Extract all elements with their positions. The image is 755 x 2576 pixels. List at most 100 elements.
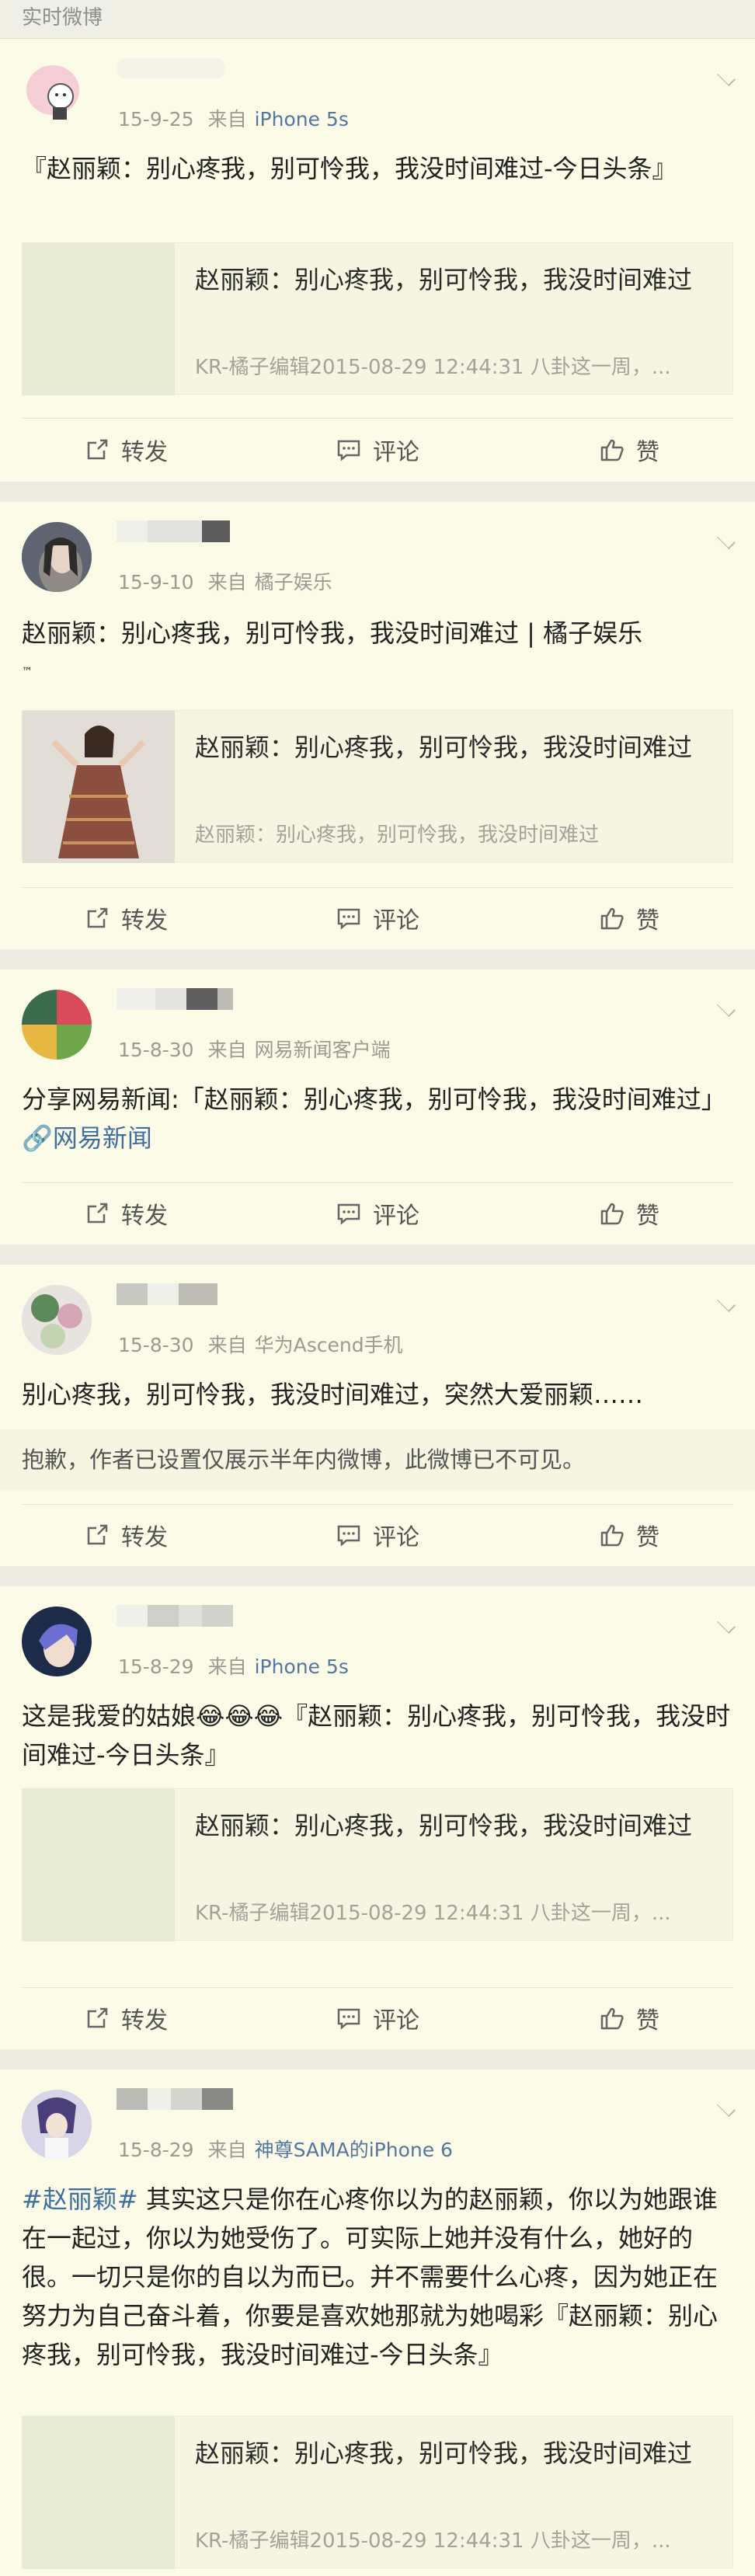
repost-label: 转发 (121, 907, 168, 935)
comment-button[interactable]: 评论 (252, 1504, 503, 1566)
post-time: 15-8-30 (118, 1334, 194, 1356)
avatar[interactable] (22, 1607, 92, 1676)
username-blurred[interactable] (117, 2088, 233, 2110)
post-card[interactable]: 15-8-30 来自 华为Ascend手机 别心疼我，别可怜我，我没时间难过，突然大… (0, 1265, 755, 1566)
post-time: 15-8-29 (118, 2139, 194, 2161)
comment-icon (337, 908, 360, 930)
like-button[interactable]: 赞 (503, 1987, 755, 2049)
repost-button[interactable]: 转发 (0, 1987, 252, 2049)
post-card[interactable]: 15-8-29 来自 iPhone 5s 这是我爱的姑娘😂😂😂『赵丽颖：别心疼我，别… (0, 1586, 755, 2049)
comment-label: 评论 (373, 1203, 419, 1230)
avatar[interactable] (22, 2090, 92, 2160)
thumbs-up-icon (600, 907, 624, 930)
like-button[interactable]: 赞 (503, 418, 755, 482)
post-source[interactable]: 网易新闻客户端 (255, 1039, 391, 1061)
section-header: 实时微博 (0, 0, 755, 39)
like-button[interactable]: 赞 (503, 1504, 755, 1566)
chevron-down-icon[interactable] (716, 2097, 736, 2118)
share-icon (87, 2007, 108, 2028)
post-body: 别心疼我，别可怜我，我没时间难过，突然大爱丽颖…… (22, 1380, 644, 1409)
link-card[interactable]: 赵丽颖：别心疼我，别可怜我，我没时间难过 赵丽颖：别心疼我，别可怜我，我没时间难… (22, 710, 733, 863)
like-button[interactable]: 赞 (503, 1182, 755, 1244)
from-label: 来自 (207, 1334, 247, 1356)
post-card[interactable]: 15-8-30 来自 网易新闻客户端 分享网易新闻:「赵丽颖：别心疼我，别可怜我，我… (0, 969, 755, 1244)
username-blurred[interactable] (117, 1605, 233, 1627)
chevron-down-icon[interactable] (716, 67, 736, 87)
post-text: #赵丽颖# 其实这只是你在心疼你以为的赵丽颖，你以为她跟谁在一起过，你以为她受伤… (22, 2180, 733, 2374)
thumbs-up-icon (600, 2007, 624, 2030)
repost-label: 转发 (121, 1524, 168, 1551)
username-blurred[interactable] (117, 57, 233, 79)
like-button[interactable]: 赞 (503, 887, 755, 949)
like-label: 赞 (636, 907, 659, 935)
link-card[interactable]: 赵丽颖：别心疼我，别可怜我，我没时间难过 KR-橘子编辑2015-08-29 1… (22, 1788, 733, 1941)
username-blurred[interactable] (117, 520, 233, 542)
action-bar: 转发 评论 赞 (0, 887, 755, 949)
news-link[interactable]: 🔗网易新闻 (22, 1123, 152, 1153)
post-meta: 15-9-10 来自 橘子娱乐 (118, 567, 332, 595)
comment-label: 评论 (373, 1524, 419, 1551)
post-source[interactable]: iPhone 5s (255, 1655, 349, 1678)
link-card-subtitle: KR-橘子编辑2015-08-29 12:44:31 八卦这一周，... (195, 356, 671, 379)
post-body: 『赵丽颖：别心疼我，别可怜我，我没时间难过-今日头条』 (22, 154, 677, 183)
like-label: 赞 (636, 2007, 659, 2035)
notice-text: 抱歉，作者已设置仅展示半年内微博，此微博已不可见。 (22, 1446, 586, 1473)
post-text: 别心疼我，别可怜我，我没时间难过，突然大爱丽颖…… (22, 1375, 733, 1414)
post-time: 15-8-29 (118, 1655, 194, 1678)
thumbs-up-icon (600, 1524, 624, 1547)
post-source[interactable]: 神尊SAMA的iPhone 6 (255, 2139, 453, 2161)
repost-label: 转发 (121, 2007, 168, 2035)
like-label: 赞 (636, 1524, 659, 1551)
post-time: 15-9-10 (118, 571, 194, 594)
comment-button[interactable]: 评论 (252, 1182, 503, 1244)
post-text: 这是我爱的姑娘😂😂😂『赵丽颖：别心疼我，别可怜我，我没时间难过-今日头条』 (22, 1697, 733, 1774)
repost-button[interactable]: 转发 (0, 1504, 252, 1566)
post-card[interactable]: 15-9-10 来自 橘子娱乐 赵丽颖：别心疼我，别可怜我，我没时间难过 | 橘子娱… (0, 502, 755, 949)
comment-icon (337, 1203, 360, 1225)
username-blurred[interactable] (117, 1283, 233, 1305)
chevron-down-icon[interactable] (716, 1293, 736, 1313)
share-icon (87, 1524, 108, 1545)
post-source[interactable]: iPhone 5s (255, 108, 349, 131)
post-source[interactable]: 华为Ascend手机 (255, 1334, 403, 1356)
comment-button[interactable]: 评论 (252, 887, 503, 949)
comment-button[interactable]: 评论 (252, 1987, 503, 2049)
comment-icon (337, 1525, 360, 1547)
post-meta: 15-8-29 来自 神尊SAMA的iPhone 6 (118, 2135, 453, 2163)
from-label: 来自 (207, 1039, 247, 1061)
from-label: 来自 (207, 571, 247, 594)
post-text: 『赵丽颖：别心疼我，别可怜我，我没时间难过-今日头条』 (22, 149, 733, 188)
repost-button[interactable]: 转发 (0, 1182, 252, 1244)
action-bar: 转发 评论 赞 (0, 418, 755, 482)
avatar[interactable] (22, 59, 92, 129)
comment-icon (337, 440, 360, 461)
link-card-subtitle: KR-橘子编辑2015-08-29 12:44:31 八卦这一周，... (195, 2529, 671, 2553)
link-card[interactable]: 赵丽颖：别心疼我，别可怜我，我没时间难过 KR-橘子编辑2015-08-29 1… (22, 242, 733, 395)
link-card-title: 赵丽颖：别心疼我，别可怜我，我没时间难过 (195, 2438, 693, 2468)
hidden-post-notice: 抱歉，作者已设置仅展示半年内微博，此微博已不可见。 (0, 1429, 755, 1490)
chevron-down-icon[interactable] (716, 1614, 736, 1634)
post-meta: 15-8-30 来自 华为Ascend手机 (118, 1330, 403, 1358)
post-source[interactable]: 橘子娱乐 (255, 571, 332, 594)
post-text: 分享网易新闻:「赵丽颖：别心疼我，别可怜我，我没时间难过」 🔗网易新闻 (22, 1080, 733, 1157)
post-meta: 15-8-29 来自 iPhone 5s (118, 1652, 349, 1680)
repost-button[interactable]: 转发 (0, 887, 252, 949)
avatar[interactable] (22, 1285, 92, 1355)
link-card[interactable]: 赵丽颖：别心疼我，别可怜我，我没时间难过 KR-橘子编辑2015-08-29 1… (22, 2416, 733, 2569)
chevron-down-icon[interactable] (716, 997, 736, 1018)
hashtag-link[interactable]: #赵丽颖# (22, 2184, 138, 2214)
avatar[interactable] (22, 522, 92, 592)
post-card[interactable]: 15-9-25 来自 iPhone 5s 『赵丽颖：别心疼我，别可怜我，我没时间难过… (0, 39, 755, 482)
comment-button[interactable]: 评论 (252, 418, 503, 482)
post-text: 赵丽颖：别心疼我，别可怜我，我没时间难过 | 橘子娱乐 ™ (22, 614, 733, 691)
username-blurred[interactable] (117, 988, 233, 1010)
link-card-thumbnail (23, 243, 175, 395)
chevron-down-icon[interactable] (716, 530, 736, 550)
repost-button[interactable]: 转发 (0, 418, 252, 482)
link-card-title: 赵丽颖：别心疼我，别可怜我，我没时间难过 (195, 265, 693, 294)
link-card-thumbnail (23, 1789, 175, 1941)
avatar[interactable] (22, 990, 92, 1060)
link-card-thumbnail (23, 2417, 175, 2569)
comment-label: 评论 (373, 2007, 419, 2035)
post-card[interactable]: 15-8-29 来自 神尊SAMA的iPhone 6 #赵丽颖# 其实这只是你在心疼… (0, 2070, 755, 2576)
